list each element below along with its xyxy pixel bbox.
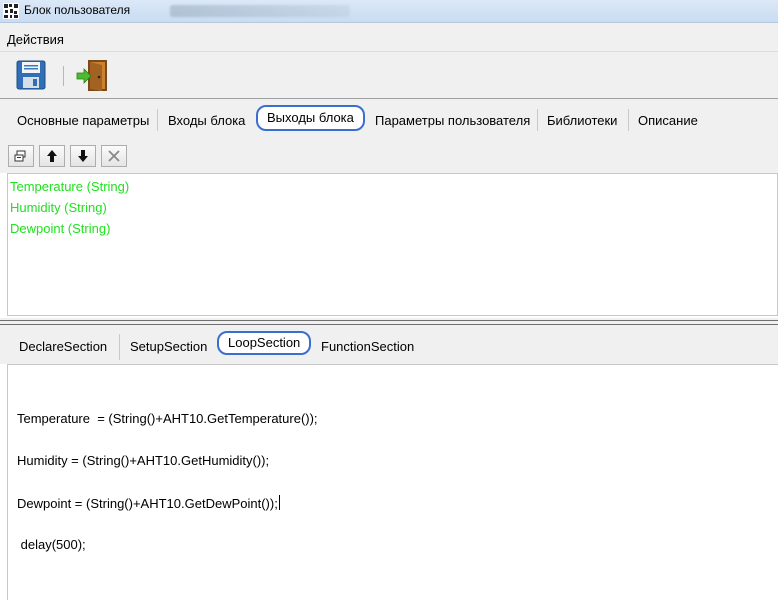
- arrow-down-icon: [78, 150, 88, 162]
- properties-button[interactable]: [8, 145, 34, 167]
- title-bar: Блок пользователя: [0, 0, 778, 23]
- splitter[interactable]: [0, 318, 778, 326]
- code-line: Dewpoint = (String()+AHT10.GetDewPoint()…: [17, 495, 280, 511]
- tab-setup-section[interactable]: SetupSection: [121, 335, 216, 359]
- tab-function-section[interactable]: FunctionSection: [312, 335, 423, 359]
- menu-actions[interactable]: Действия: [7, 32, 64, 47]
- list-item[interactable]: Humidity (String): [10, 200, 107, 215]
- app-icon: [3, 3, 19, 19]
- section-tab-strip: DeclareSection SetupSection LoopSection …: [0, 326, 778, 364]
- splitter-line: [0, 320, 778, 321]
- blurred-area: [170, 5, 350, 17]
- outputs-list[interactable]: Temperature (String) Humidity (String) D…: [7, 173, 778, 316]
- splitter-line: [0, 324, 778, 325]
- delete-button[interactable]: [101, 145, 127, 167]
- close-icon: [108, 150, 120, 162]
- tab-user-params[interactable]: Параметры пользователя: [366, 108, 539, 134]
- tab-libraries[interactable]: Библиотеки: [538, 108, 626, 134]
- exit-button[interactable]: [74, 57, 110, 93]
- list-item[interactable]: Dewpoint (String): [10, 221, 110, 236]
- save-button[interactable]: [13, 57, 49, 93]
- tab-description[interactable]: Описание: [629, 108, 707, 134]
- arrow-up-icon: [47, 150, 57, 162]
- outputs-toolbar: [0, 139, 778, 173]
- toolbar: [0, 52, 778, 99]
- tab-block-inputs[interactable]: Входы блока: [159, 108, 254, 134]
- tab-loop-section[interactable]: LoopSection: [217, 331, 312, 355]
- menu-bar: Действия: [0, 23, 778, 52]
- tab-main-params[interactable]: Основные параметры: [8, 108, 158, 134]
- code-line: Humidity = (String()+AHT10.GetHumidity()…: [17, 453, 270, 468]
- tab-separator: [157, 109, 158, 131]
- move-up-button[interactable]: [39, 145, 65, 167]
- tab-separator: [119, 334, 120, 360]
- code-line: delay(500);: [17, 537, 86, 552]
- window-title: Блок пользователя: [24, 3, 131, 17]
- floppy-disk-icon: [16, 60, 46, 90]
- code-line: Temperature = (String()+AHT10.GetTempera…: [17, 411, 318, 426]
- list-item[interactable]: Temperature (String): [10, 179, 129, 194]
- tab-block-outputs[interactable]: Выходы блока: [256, 105, 365, 131]
- exit-door-icon: [76, 60, 107, 91]
- tab-declare-section[interactable]: DeclareSection: [10, 335, 116, 359]
- toolbar-separator: [63, 66, 64, 86]
- code-editor[interactable]: Temperature = (String()+AHT10.GetTempera…: [7, 364, 778, 600]
- code-line-text: Dewpoint = (String()+AHT10.GetDewPoint()…: [17, 496, 278, 511]
- properties-icon: [14, 150, 26, 162]
- move-down-button[interactable]: [70, 145, 96, 167]
- text-caret: [278, 495, 280, 510]
- tab-strip: Основные параметры Входы блока Выходы бл…: [0, 99, 778, 139]
